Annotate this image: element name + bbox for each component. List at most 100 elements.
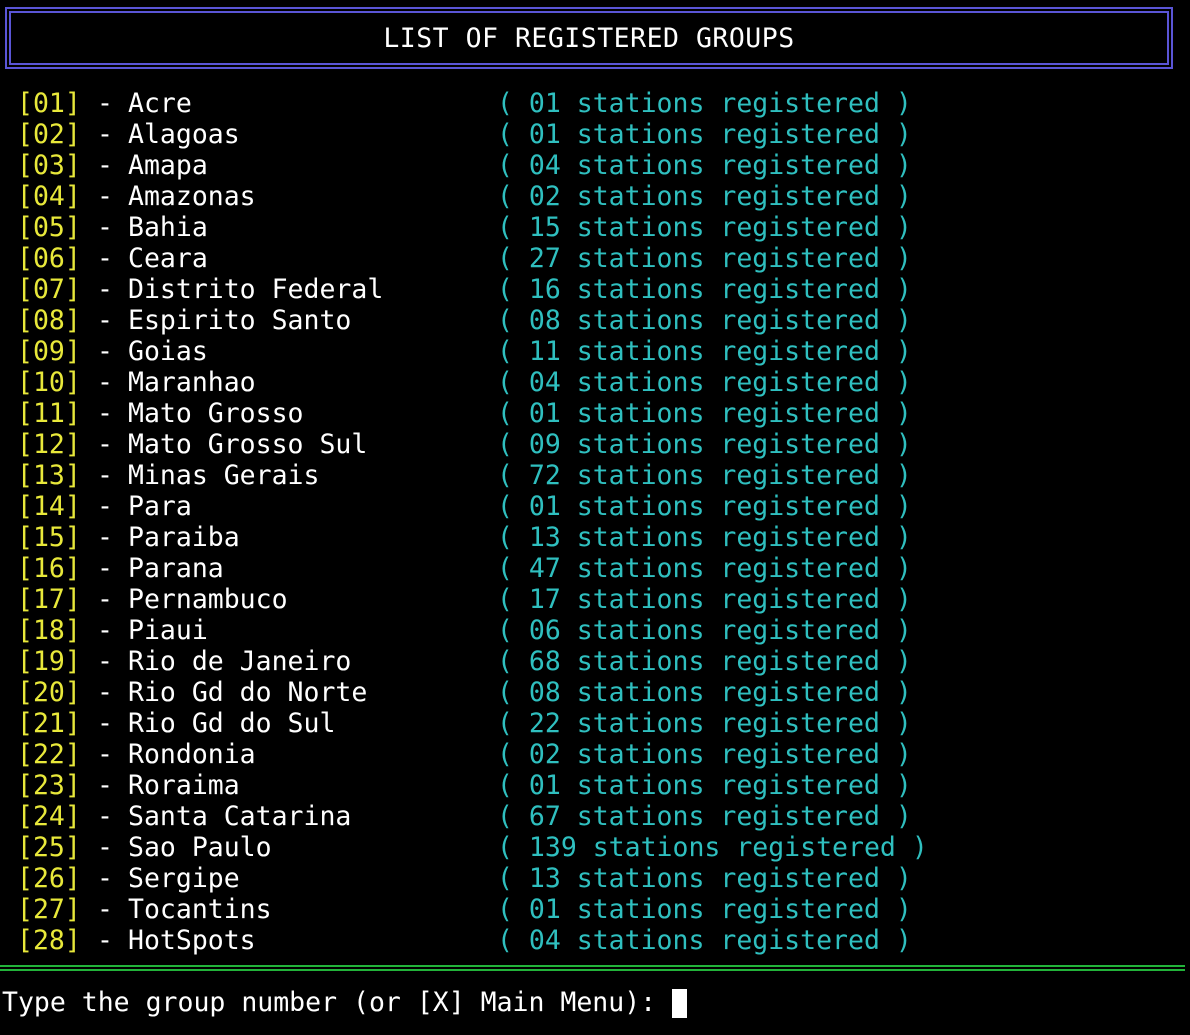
station-count: ( 01 stations registered ) xyxy=(497,491,912,522)
separator: - xyxy=(97,150,113,181)
list-item[interactable]: [09] - Goias ( 11 stations registered ) xyxy=(17,336,1177,367)
station-count: ( 72 stations registered ) xyxy=(497,460,912,491)
separator: - xyxy=(97,615,113,646)
group-name: Rio de Janeiro xyxy=(128,646,352,677)
station-count: ( 02 stations registered ) xyxy=(497,739,912,770)
station-count: ( 67 stations registered ) xyxy=(497,801,912,832)
list-item[interactable]: [14] - Para ( 01 stations registered ) xyxy=(17,491,1177,522)
list-item[interactable]: [10] - Maranhao ( 04 stations registered ) xyxy=(17,367,1177,398)
station-count: ( 22 stations registered ) xyxy=(497,708,912,739)
group-number: [23] xyxy=(17,770,81,801)
list-item[interactable]: [12] - Mato Grosso Sul ( 09 stations regist… xyxy=(17,429,1177,460)
group-name: Espirito Santo xyxy=(128,305,352,336)
station-count: ( 27 stations registered ) xyxy=(497,243,912,274)
list-item[interactable]: [26] - Sergipe ( 13 stations registered ) xyxy=(17,863,1177,894)
group-name: Roraima xyxy=(128,770,240,801)
station-count: ( 08 stations registered ) xyxy=(497,305,912,336)
separator: - xyxy=(97,925,113,956)
group-number: [02] xyxy=(17,119,81,150)
separator: - xyxy=(97,646,113,677)
separator: - xyxy=(97,739,113,770)
list-item[interactable]: [11] - Mato Grosso ( 01 stations registered… xyxy=(17,398,1177,429)
group-name: Sao Paulo xyxy=(128,832,272,863)
group-list: [01] - Acre( 01 stations registered ) [02]… xyxy=(17,88,1177,956)
group-number: [11] xyxy=(17,398,81,429)
list-item[interactable]: [21] - Rio Gd do Sul ( 22 stations register… xyxy=(17,708,1177,739)
separator: - xyxy=(97,305,113,336)
list-item[interactable]: [02] - Alagoas ( 01 stations registered ) xyxy=(17,119,1177,150)
group-name: Paraiba xyxy=(128,522,240,553)
separator: - xyxy=(97,181,113,212)
station-count: ( 13 stations registered ) xyxy=(497,863,912,894)
list-item[interactable]: [05] - Bahia ( 15 stations registered ) xyxy=(17,212,1177,243)
list-item[interactable]: [16] - Parana ( 47 stations registered ) xyxy=(17,553,1177,584)
list-item[interactable]: [25] - Sao Paulo ( 139 stations registered … xyxy=(17,832,1177,863)
station-count: ( 09 stations registered ) xyxy=(497,429,912,460)
group-name: Distrito Federal xyxy=(128,274,384,305)
separator: - xyxy=(97,336,113,367)
group-name: Para xyxy=(128,491,192,522)
station-count: ( 06 stations registered ) xyxy=(497,615,912,646)
list-item[interactable]: [19] - Rio de Janeiro ( 68 stations registe… xyxy=(17,646,1177,677)
station-count: ( 01 stations registered ) xyxy=(497,119,912,150)
group-number: [07] xyxy=(17,274,81,305)
list-item[interactable]: [08] - Espirito Santo ( 08 stations registe… xyxy=(17,305,1177,336)
list-item[interactable]: [17] - Pernambuco ( 17 stations registered … xyxy=(17,584,1177,615)
separator: - xyxy=(97,770,113,801)
group-name: Goias xyxy=(128,336,208,367)
group-name: Pernambuco xyxy=(128,584,288,615)
text-cursor[interactable] xyxy=(672,988,688,1018)
list-item[interactable]: [23] - Roraima ( 01 stations registered ) xyxy=(17,770,1177,801)
list-item[interactable]: [06] - Ceara ( 27 stations registered ) xyxy=(17,243,1177,274)
separator: - xyxy=(97,677,113,708)
group-name: Rondonia xyxy=(128,739,256,770)
group-name: Mato Grosso xyxy=(128,398,304,429)
station-count: ( 17 stations registered ) xyxy=(497,584,912,615)
separator: - xyxy=(97,88,113,119)
station-count: ( 01 stations registered ) xyxy=(497,894,912,925)
group-number: [14] xyxy=(17,491,81,522)
group-number: [16] xyxy=(17,553,81,584)
group-number: [27] xyxy=(17,894,81,925)
list-item[interactable]: [07] - Distrito Federal ( 16 stations regis… xyxy=(17,274,1177,305)
separator: - xyxy=(97,491,113,522)
separator: - xyxy=(97,243,113,274)
list-item[interactable]: [22] - Rondonia ( 02 stations registered ) xyxy=(17,739,1177,770)
station-count: ( 139 stations registered ) xyxy=(497,832,928,863)
list-item[interactable]: [27] - Tocantins ( 01 stations registered ) xyxy=(17,894,1177,925)
list-item[interactable]: [24] - Santa Catarina ( 67 stations registe… xyxy=(17,801,1177,832)
group-number: [19] xyxy=(17,646,81,677)
command-prompt[interactable]: Type the group number (or [X] Main Menu)… xyxy=(2,986,688,1020)
list-item[interactable]: [03] - Amapa ( 04 stations registered ) xyxy=(17,150,1177,181)
list-item[interactable]: [01] - Acre ( 01 stations registered ) xyxy=(17,88,1177,119)
list-item[interactable]: [18] - Piaui ( 06 stations registered ) xyxy=(17,615,1177,646)
station-count: ( 04 stations registered ) xyxy=(497,925,912,956)
group-number: [06] xyxy=(17,243,81,274)
group-number: [21] xyxy=(17,708,81,739)
station-count: ( 68 stations registered ) xyxy=(497,646,912,677)
list-item[interactable]: [28] - HotSpots ( 04 stations registered ) xyxy=(17,925,1177,956)
separator: - xyxy=(97,522,113,553)
group-name: Rio Gd do Sul xyxy=(128,708,336,739)
station-count: ( 01 stations registered ) xyxy=(497,398,912,429)
list-item[interactable]: [04] - Amazonas ( 02 stations registered ) xyxy=(17,181,1177,212)
group-number: [03] xyxy=(17,150,81,181)
station-count: ( 02 stations registered ) xyxy=(497,181,912,212)
group-name: Parana xyxy=(128,553,224,584)
group-number: [01] xyxy=(17,88,81,119)
group-number: [05] xyxy=(17,212,81,243)
list-item[interactable]: [15] - Paraiba ( 13 stations registered ) xyxy=(17,522,1177,553)
separator: - xyxy=(97,801,113,832)
group-name: Ceara xyxy=(128,243,208,274)
group-number: [04] xyxy=(17,181,81,212)
separator: - xyxy=(97,553,113,584)
group-name: Mato Grosso Sul xyxy=(128,429,368,460)
list-item[interactable]: [20] - Rio Gd do Norte ( 08 stations regist… xyxy=(17,677,1177,708)
station-count: ( 08 stations registered ) xyxy=(497,677,912,708)
group-name: Santa Catarina xyxy=(128,801,352,832)
divider xyxy=(0,965,1185,971)
group-name: Rio Gd do Norte xyxy=(128,677,368,708)
separator: - xyxy=(97,429,113,460)
list-item[interactable]: [13] - Minas Gerais ( 72 stations registere… xyxy=(17,460,1177,491)
group-name: Acre xyxy=(128,88,192,119)
